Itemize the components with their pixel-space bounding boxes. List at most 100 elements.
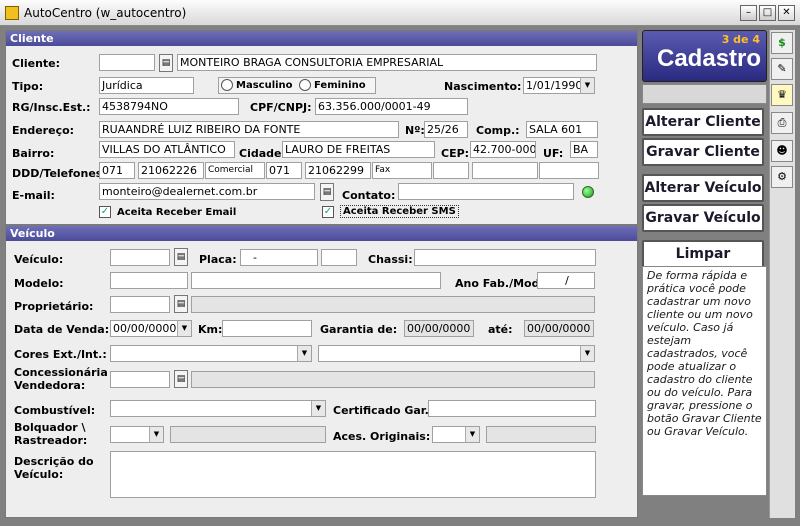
masculino-radio[interactable]: [221, 79, 233, 91]
descricao-label: Descrição do: [14, 455, 94, 468]
logo-footer: [642, 84, 767, 104]
alterar-veiculo-button[interactable]: Alterar Veículo: [642, 174, 764, 202]
window-title: AutoCentro (w_autocentro): [24, 6, 187, 20]
feminino-radio[interactable]: [299, 79, 311, 91]
tel3-number-input[interactable]: [472, 162, 538, 179]
chess-icon[interactable]: ♛: [771, 84, 793, 106]
aceita-email-checkbox[interactable]: ✓: [99, 206, 111, 218]
endereco-input[interactable]: RUAANDRÉ LUIZ RIBEIRO DA FONTE: [99, 121, 399, 138]
bloqueador-dropdown[interactable]: ▼: [110, 426, 164, 443]
face-icon[interactable]: ☻: [771, 140, 793, 162]
title-bar: AutoCentro (w_autocentro) – □ ✕: [0, 0, 800, 26]
cor-interna-dropdown[interactable]: ▼: [318, 345, 595, 362]
tel2-number-input[interactable]: 21062299: [305, 162, 371, 179]
garantia-ate-input: 00/00/0000: [524, 320, 594, 337]
chevron-down-icon[interactable]: ▼: [177, 321, 191, 336]
acessorios-dropdown[interactable]: ▼: [432, 426, 480, 443]
placa-input[interactable]: -: [240, 249, 318, 266]
concessionaria-name-input: [191, 371, 595, 388]
chevron-down-icon[interactable]: ▼: [149, 427, 163, 442]
chassi-input[interactable]: [414, 249, 596, 266]
modelo-code-input[interactable]: [110, 272, 188, 289]
alterar-cliente-button[interactable]: Alterar Cliente: [642, 108, 764, 136]
acessorios-desc-input: [486, 426, 596, 443]
dollar-icon[interactable]: $: [771, 32, 793, 54]
uf-input[interactable]: BA: [570, 141, 598, 158]
combustivel-dropdown[interactable]: ▼: [110, 400, 326, 417]
cor-externa-dropdown[interactable]: ▼: [110, 345, 312, 362]
limpar-button[interactable]: Limpar: [642, 240, 764, 268]
tel3-type-input[interactable]: [539, 162, 599, 179]
status-led-icon: [582, 186, 594, 198]
vendedora-label: Vendedora:: [14, 379, 86, 392]
gravar-veiculo-button[interactable]: Gravar Veículo: [642, 204, 764, 232]
veiculo-section-header: Veículo: [6, 226, 637, 241]
ddd-telefones-label: DDD/Telefones:: [12, 167, 107, 180]
chevron-down-icon[interactable]: ▼: [580, 346, 594, 361]
nascimento-label: Nascimento:: [444, 80, 522, 93]
veiculo-lookup-icon[interactable]: ▤: [174, 248, 188, 266]
cliente-label: Cliente:: [12, 57, 61, 70]
km-input[interactable]: [222, 320, 312, 337]
cpf-input[interactable]: 63.356.000/0001-49: [315, 98, 468, 115]
tools-icon[interactable]: ⚙: [771, 166, 793, 188]
rastreador-label: Rastreador:: [14, 434, 88, 447]
tel1-type-input[interactable]: Comercial: [205, 162, 265, 179]
cidade-input[interactable]: LAURO DE FREITAS: [282, 141, 435, 158]
bairro-input[interactable]: VILLAS DO ATLÂNTICO: [99, 141, 235, 158]
descricao-veiculo-label: Veículo:: [14, 468, 64, 481]
email-input[interactable]: monteiro@dealernet.com.br: [99, 183, 315, 200]
placa-label: Placa:: [199, 253, 237, 266]
chevron-down-icon[interactable]: ▼: [465, 427, 479, 442]
placa-separator: -: [253, 251, 257, 264]
lookup-icon[interactable]: ▤: [159, 54, 173, 72]
ano-input[interactable]: /: [537, 272, 595, 289]
maximize-button[interactable]: □: [759, 5, 776, 21]
rg-input[interactable]: 4538794NO: [99, 98, 239, 115]
chevron-down-icon[interactable]: ▼: [311, 401, 325, 416]
certificado-label: Certificado Gar.:: [333, 404, 434, 417]
proprietario-lookup-icon[interactable]: ▤: [174, 295, 188, 313]
tel1-number-input[interactable]: 21062226: [138, 162, 204, 179]
email-lookup-icon[interactable]: ▤: [320, 183, 334, 201]
app-icon: [5, 6, 19, 20]
complemento-input[interactable]: SALA 601: [526, 121, 598, 138]
contato-input[interactable]: [398, 183, 574, 200]
proprietario-name-input: [191, 296, 595, 313]
tel1-ddd-input[interactable]: 071: [99, 162, 135, 179]
proprietario-label: Proprietário:: [14, 300, 94, 313]
modelo-name-input[interactable]: [191, 272, 441, 289]
tel3-ddd-input[interactable]: [433, 162, 469, 179]
certificado-input[interactable]: [428, 400, 596, 417]
data-venda-dropdown[interactable]: 00/00/0000 ▼: [110, 320, 192, 337]
veiculo-label: Veículo:: [14, 253, 64, 266]
veiculo-code-input[interactable]: [110, 249, 170, 266]
cliente-name-input[interactable]: MONTEIRO BRAGA CONSULTORIA EMPRESARIAL: [177, 54, 597, 71]
aceita-sms-checkbox[interactable]: ✓: [322, 206, 334, 218]
nascimento-dropdown[interactable]: 1/01/1990 ▼: [523, 77, 595, 94]
proprietario-code-input[interactable]: [110, 296, 170, 313]
placa-suffix-input[interactable]: [321, 249, 357, 266]
close-button[interactable]: ✕: [778, 5, 795, 21]
modelo-label: Modelo:: [14, 277, 64, 290]
logo-title: Cadastro: [657, 45, 762, 72]
descricao-textarea[interactable]: [110, 451, 596, 498]
minimize-button[interactable]: –: [740, 5, 757, 21]
print-icon[interactable]: ⎙: [771, 112, 793, 134]
help-text: De forma rápida e prática você pode cada…: [642, 266, 767, 496]
concessionaria-code-input[interactable]: [110, 371, 170, 388]
combustivel-label: Combustível:: [14, 404, 96, 417]
cliente-code-input[interactable]: [99, 54, 155, 71]
chevron-down-icon[interactable]: ▼: [297, 346, 311, 361]
tel2-type-input[interactable]: Fax: [372, 162, 432, 179]
tipo-input[interactable]: Jurídica: [99, 77, 194, 94]
cep-input[interactable]: 42.700-000: [470, 141, 536, 158]
email-label: E-mail:: [12, 189, 55, 202]
chevron-down-icon[interactable]: ▼: [580, 78, 594, 93]
concessionaria-lookup-icon[interactable]: ▤: [174, 370, 188, 388]
gravar-cliente-button[interactable]: Gravar Cliente: [642, 138, 764, 166]
numero-input[interactable]: 25/26: [424, 121, 468, 138]
tel2-ddd-input[interactable]: 071: [266, 162, 302, 179]
cliente-section-header: Cliente: [6, 31, 637, 46]
edit-icon[interactable]: ✎: [771, 58, 793, 80]
